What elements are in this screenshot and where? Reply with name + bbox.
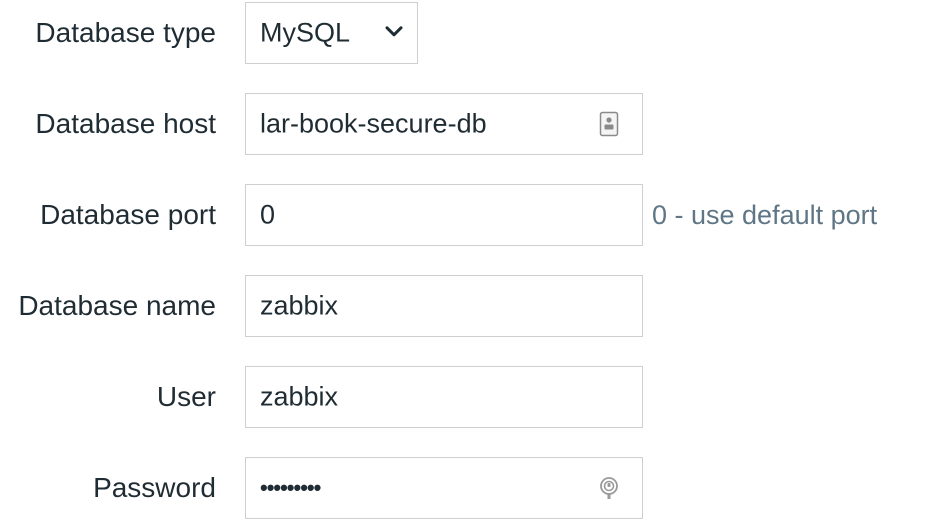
database-type-value: MySQL	[260, 17, 351, 48]
database-port-input[interactable]: 0	[245, 184, 643, 246]
password-value: •••••••••	[260, 475, 321, 500]
user-value: zabbix	[260, 381, 339, 412]
database-host-input[interactable]: lar-book-secure-db	[245, 93, 643, 155]
password-key-icon[interactable]	[599, 475, 619, 501]
database-type-label: Database type	[35, 17, 216, 48]
database-port-value: 0	[260, 199, 276, 230]
database-port-label: Database port	[40, 199, 216, 230]
database-host-label: Database host	[35, 108, 216, 139]
chevron-down-icon	[385, 26, 403, 37]
database-name-value: zabbix	[260, 290, 339, 321]
user-input[interactable]: zabbix	[245, 366, 643, 428]
database-type-select[interactable]: MySQL	[245, 2, 418, 64]
password-input[interactable]: •••••••••	[245, 457, 643, 519]
database-host-value: lar-book-secure-db	[260, 108, 487, 139]
database-port-hint: 0 - use default port	[652, 200, 878, 230]
database-name-input[interactable]: zabbix	[245, 275, 643, 337]
database-name-label: Database name	[18, 290, 216, 321]
user-label: User	[156, 381, 216, 412]
contact-card-icon[interactable]	[599, 111, 619, 137]
password-label: Password	[93, 472, 216, 503]
